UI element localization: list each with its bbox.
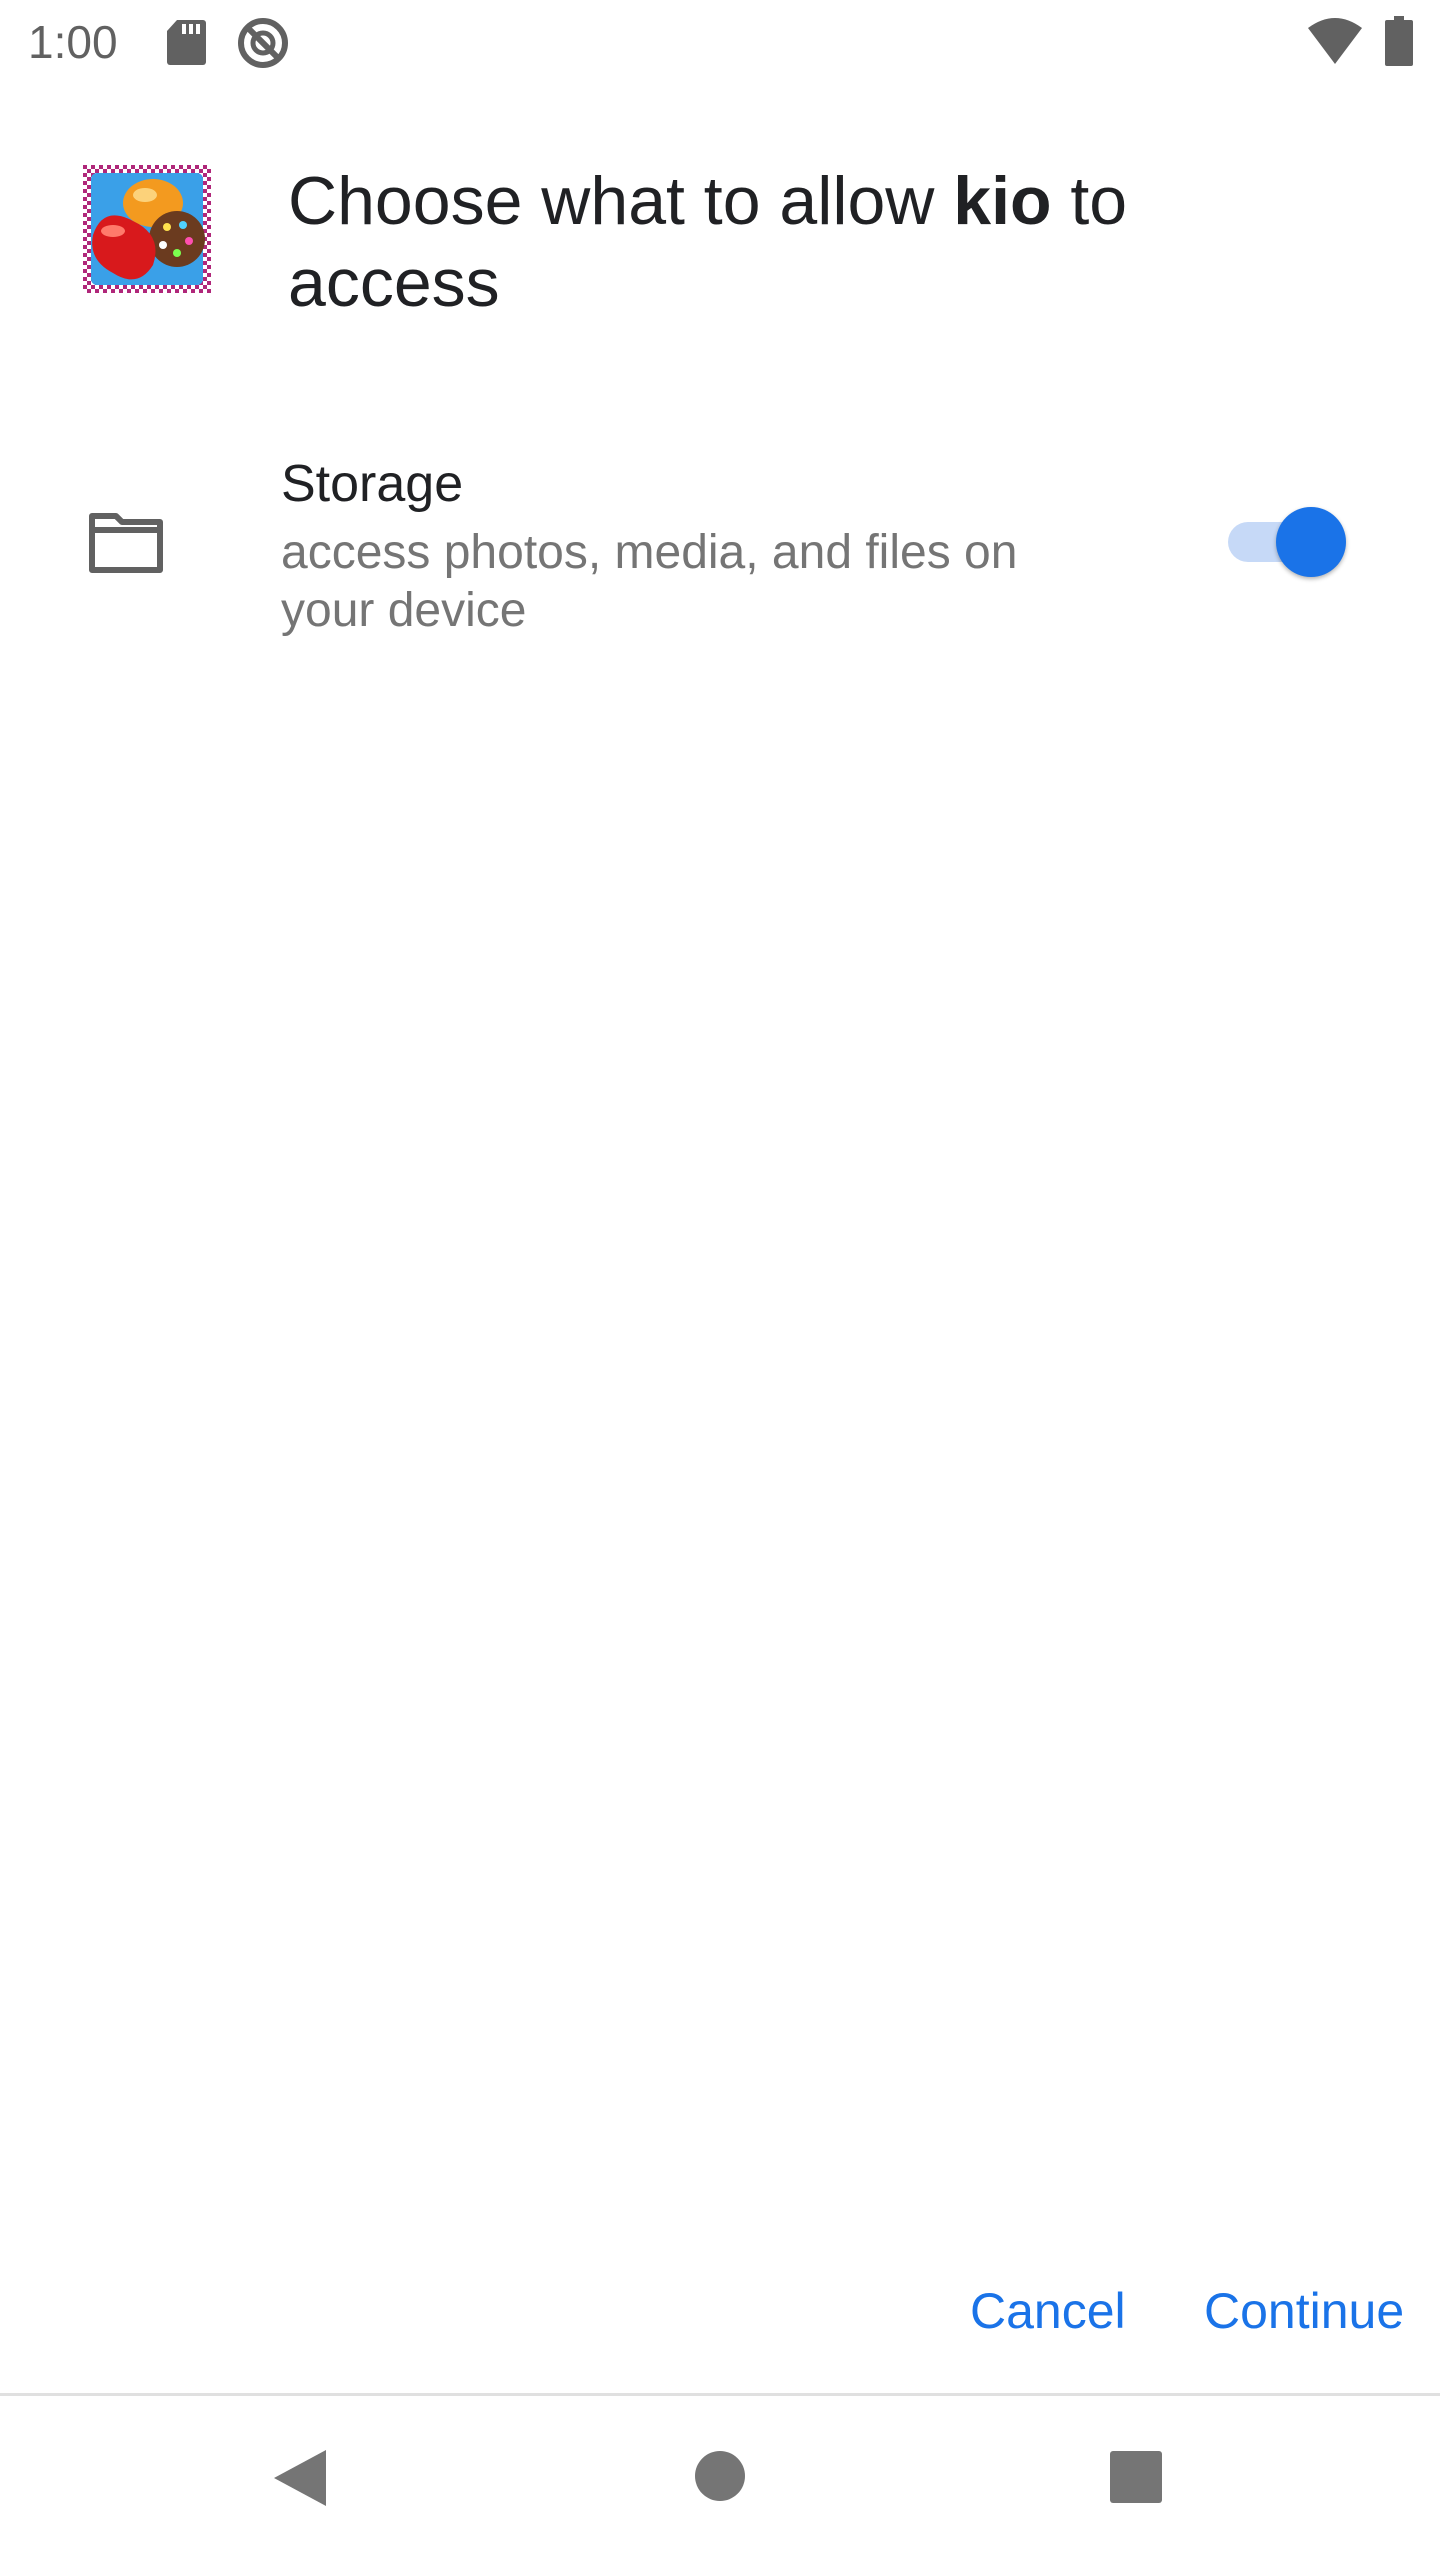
folder-icon [89, 513, 163, 573]
sd-card-icon [167, 20, 206, 65]
permission-screen: 1:00 Choose what to allow kio to access … [0, 0, 1440, 2560]
cancel-button[interactable]: Cancel [970, 2276, 1126, 2346]
permission-description: access photos, media, and files on your … [281, 526, 1018, 637]
title-app-name: kio [953, 163, 1052, 239]
permission-title: Storage [281, 455, 464, 513]
dialog-title: Choose what to allow kio to access [288, 160, 1288, 324]
storage-toggle[interactable] [1226, 507, 1346, 577]
status-time: 1:00 [28, 16, 118, 68]
wifi-icon [1308, 18, 1362, 64]
home-icon[interactable] [694, 2450, 746, 2502]
battery-icon [1385, 16, 1413, 66]
candy-crush-app-icon [83, 165, 211, 293]
navigation-bar [0, 2396, 1440, 2560]
toggle-thumb [1276, 507, 1346, 577]
back-icon[interactable] [270, 2446, 330, 2510]
sync-icon [238, 18, 288, 68]
title-prefix: Choose what to allow [288, 163, 954, 239]
recents-icon[interactable] [1109, 2450, 1163, 2504]
continue-button[interactable]: Continue [1204, 2276, 1404, 2346]
status-bar: 1:00 [0, 0, 1440, 84]
permission-row-storage[interactable]: Storage access photos, media, and files … [0, 440, 1440, 660]
